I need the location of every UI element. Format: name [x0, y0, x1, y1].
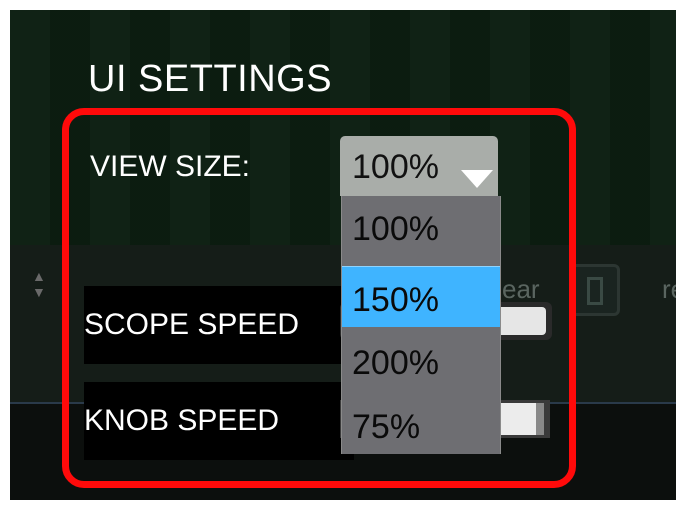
page-title: UI SETTINGS	[88, 58, 333, 100]
background-label-partial-2: re	[662, 274, 676, 304]
background-toggle[interactable]	[570, 264, 620, 316]
up-down-arrows-icon[interactable]: ▲ ▼	[32, 268, 46, 300]
highlight-annotation-frame	[62, 108, 576, 488]
toggle-icon	[587, 277, 603, 305]
